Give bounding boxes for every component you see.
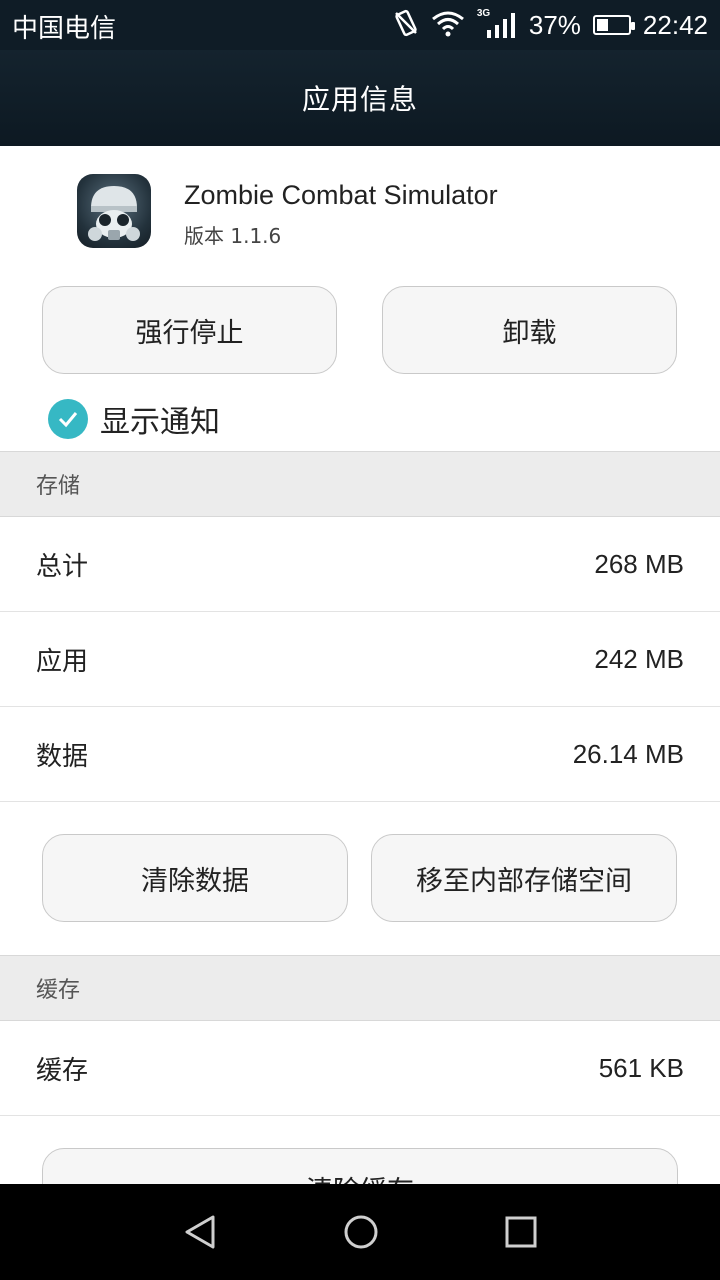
row-label: 数据	[36, 741, 89, 772]
storage-section-header: 存储	[0, 451, 720, 517]
move-to-internal-storage-button[interactable]: 移至内部存储空间	[371, 834, 677, 922]
carrier-name: 中国电信	[12, 14, 117, 44]
row-label: 总计	[36, 551, 89, 582]
row-label: 应用	[36, 646, 89, 677]
navigation-bar	[0, 1184, 720, 1280]
signal-3g-icon: 3G	[477, 8, 517, 40]
battery-fill	[596, 19, 609, 31]
cache-row: 缓存 561 KB	[0, 1021, 720, 1116]
clock: 22:42	[642, 9, 708, 40]
app-header: Zombie Combat Simulator 版本 1.1.6	[0, 146, 720, 286]
uninstall-button[interactable]: 卸载	[382, 286, 677, 374]
vibrate-icon	[393, 9, 419, 41]
storage-row-data: 数据 26.14 MB	[0, 707, 720, 802]
show-notifications-toggle[interactable]: 显示通知	[48, 398, 220, 440]
wifi-icon	[431, 9, 465, 41]
page-title: 应用信息	[301, 83, 418, 116]
home-icon[interactable]	[343, 1214, 379, 1250]
storage-section-title: 存储	[36, 474, 81, 499]
battery-percent: 37%	[528, 9, 581, 40]
row-value: 26.14 MB	[572, 738, 684, 769]
row-value: 268 MB	[594, 548, 684, 579]
cache-section-title: 缓存	[36, 978, 81, 1003]
storage-row-app: 应用 242 MB	[0, 612, 720, 707]
battery-icon	[592, 15, 635, 35]
gas-mask-soldier-icon	[77, 174, 151, 248]
row-label: 缓存	[36, 1055, 89, 1086]
storage-row-total: 总计 268 MB	[0, 517, 720, 612]
cache-section-header: 缓存	[0, 955, 720, 1021]
app-name: Zombie Combat Simulator	[184, 180, 498, 210]
clear-data-button[interactable]: 清除数据	[42, 834, 348, 922]
title-bar: 应用信息	[0, 50, 720, 146]
status-bar: 中国电信 3G 37% 22:42	[0, 0, 720, 50]
row-value: 561 KB	[598, 1052, 684, 1083]
row-value: 242 MB	[594, 643, 684, 674]
status-icons: 3G 37% 22:42	[393, 0, 708, 50]
recents-icon[interactable]	[503, 1214, 539, 1250]
app-version: 版本 1.1.6	[184, 224, 282, 248]
back-icon[interactable]	[183, 1214, 219, 1250]
show-notifications-label: 显示通知	[100, 405, 220, 440]
checkmark-icon	[48, 399, 88, 439]
force-stop-button[interactable]: 强行停止	[42, 286, 337, 374]
